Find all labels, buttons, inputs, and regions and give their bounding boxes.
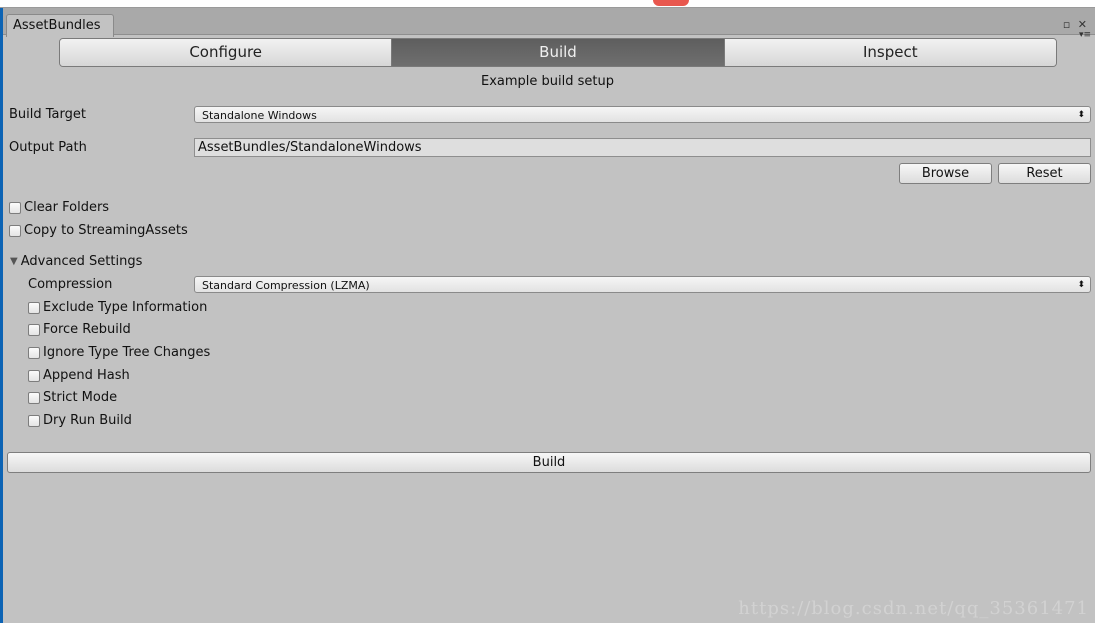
compression-dropdown[interactable]: Standard Compression (LZMA) ⬍: [194, 276, 1091, 293]
restore-icon[interactable]: ▫: [1063, 18, 1072, 31]
copy-streaming-label: Copy to StreamingAssets: [24, 223, 188, 238]
dry-run-build-label: Dry Run Build: [43, 413, 132, 428]
tab-inspect[interactable]: Inspect: [723, 39, 1056, 66]
copy-streaming-checkbox[interactable]: [9, 224, 21, 237]
browse-button[interactable]: Browse: [899, 163, 992, 184]
top-edge: [0, 0, 1095, 8]
page-subtitle: Example build setup: [481, 74, 614, 89]
tab-configure[interactable]: Configure: [60, 39, 392, 66]
foldout-expanded-icon: ▼: [10, 256, 18, 267]
dropdown-arrow-icon: ⬍: [1077, 280, 1085, 290]
window-menu-icon[interactable]: ▾≡: [1079, 30, 1091, 40]
force-rebuild-label: Force Rebuild: [43, 322, 131, 337]
output-path-field[interactable]: AssetBundles/StandaloneWindows: [194, 138, 1091, 157]
dropdown-arrow-icon: ⬍: [1077, 110, 1085, 120]
ignore-type-tree-label: Ignore Type Tree Changes: [43, 345, 211, 360]
tab-build[interactable]: Build: [391, 39, 724, 66]
build-button[interactable]: Build: [7, 452, 1091, 473]
ignore-type-tree-checkbox[interactable]: [28, 346, 40, 359]
force-rebuild-option[interactable]: Force Rebuild: [28, 322, 131, 337]
exclude-type-info-option[interactable]: Exclude Type Information: [28, 300, 207, 315]
clear-folders-checkbox[interactable]: [9, 201, 21, 214]
window-left-border: [0, 8, 3, 623]
exclude-type-info-label: Exclude Type Information: [43, 300, 208, 315]
reset-button[interactable]: Reset: [998, 163, 1091, 184]
compression-label: Compression: [28, 277, 113, 292]
strict-mode-label: Strict Mode: [43, 390, 118, 405]
advanced-settings-label: Advanced Settings: [20, 254, 143, 269]
clear-folders-label: Clear Folders: [24, 200, 110, 215]
strict-mode-checkbox[interactable]: [28, 391, 40, 404]
clear-folders-option[interactable]: Clear Folders: [9, 200, 109, 215]
append-hash-checkbox[interactable]: [28, 369, 40, 382]
compression-value: Standard Compression (LZMA): [202, 279, 370, 292]
dry-run-build-checkbox[interactable]: [28, 414, 40, 427]
window-tab-assetbundles[interactable]: AssetBundles: [6, 14, 114, 37]
strict-mode-option[interactable]: Strict Mode: [28, 390, 117, 405]
copy-streaming-option[interactable]: Copy to StreamingAssets: [9, 223, 188, 238]
ignore-type-tree-option[interactable]: Ignore Type Tree Changes: [28, 345, 210, 360]
mode-toolbar: Configure Build Inspect: [59, 38, 1057, 67]
output-path-label: Output Path: [9, 140, 87, 155]
build-target-label: Build Target: [9, 107, 86, 122]
append-hash-option[interactable]: Append Hash: [28, 368, 130, 383]
dry-run-build-option[interactable]: Dry Run Build: [28, 413, 132, 428]
build-target-value: Standalone Windows: [202, 109, 317, 122]
notification-bubble: [653, 0, 689, 6]
watermark-text: https://blog.csdn.net/qq_35361471: [738, 598, 1089, 619]
advanced-settings-foldout[interactable]: ▼ Advanced Settings: [10, 254, 142, 269]
exclude-type-info-checkbox[interactable]: [28, 301, 40, 314]
window-tab-bar: AssetBundles ▫ ✕ ▾≡: [3, 8, 1095, 40]
force-rebuild-checkbox[interactable]: [28, 323, 40, 336]
build-target-dropdown[interactable]: Standalone Windows ⬍: [194, 106, 1091, 123]
append-hash-label: Append Hash: [43, 368, 130, 383]
